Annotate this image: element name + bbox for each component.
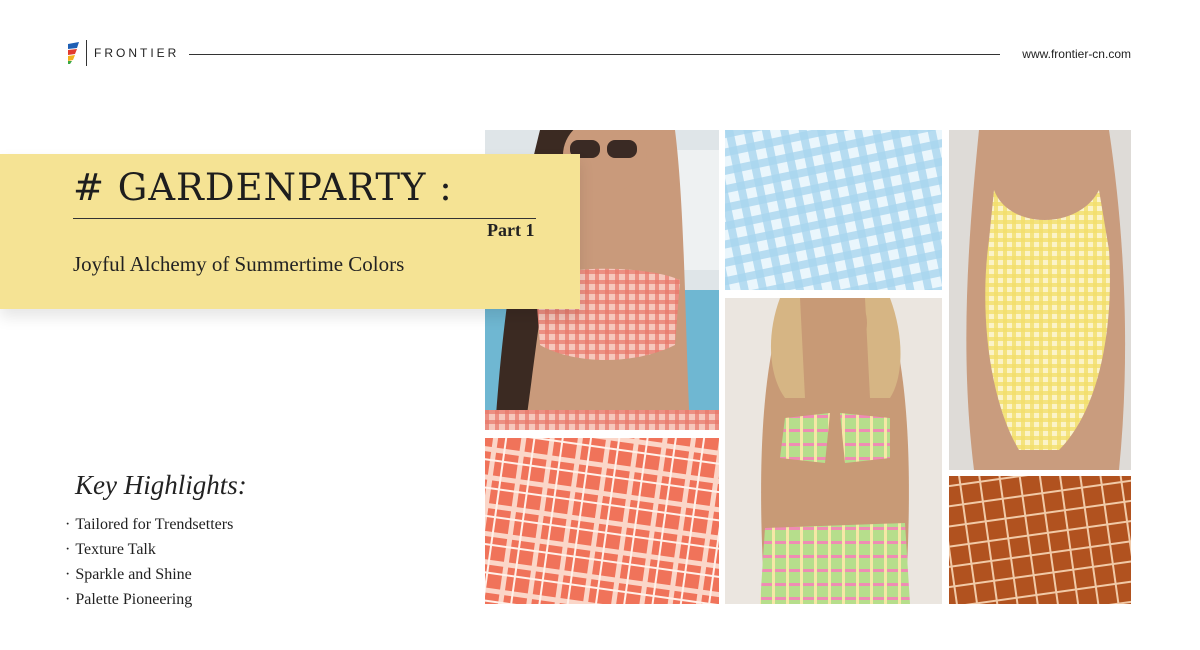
photo-lime-bikini [725, 298, 942, 604]
part-label: Part 1 [487, 220, 535, 240]
swatch-coral-plaid [485, 438, 719, 604]
page-title: # GARDENPARTY : [73, 166, 453, 209]
list-item: · Palette Pioneering [65, 587, 233, 612]
bullet: · [65, 516, 71, 533]
list-item: · Texture Talk [65, 537, 233, 562]
list-item-label: Sparkle and Shine [75, 566, 192, 583]
swatch-sky-gingham [725, 130, 942, 290]
bullet: · [65, 591, 71, 608]
bullet: · [65, 541, 71, 558]
list-item-label: Tailored for Trendsetters [75, 516, 234, 533]
brand-name: FRONTIER [94, 46, 180, 60]
list-item-label: Palette Pioneering [75, 591, 193, 608]
page-header: FRONTIER www.frontier-cn.com [0, 0, 1200, 110]
list-item: · Sparkle and Shine [65, 562, 233, 587]
frontier-logo-icon [68, 42, 79, 64]
logo-divider [86, 40, 87, 66]
list-item-label: Texture Talk [75, 541, 156, 558]
header-rule [189, 54, 1000, 55]
bullet: · [65, 566, 71, 583]
photo-yellow-swimsuit [949, 130, 1131, 470]
list-item: · Tailored for Trendsetters [65, 512, 233, 537]
page-subtitle: Joyful Alchemy of Summertime Colors [73, 252, 405, 276]
highlights-list: · Tailored for Trendsetters · Texture Talk… [65, 512, 233, 612]
swatch-rust-check [949, 476, 1131, 604]
website-url[interactable]: www.frontier-cn.com [1022, 47, 1131, 61]
title-rule [73, 218, 536, 219]
highlights-heading: Key Highlights: [75, 470, 247, 500]
title-panel: # GARDENPARTY : Part 1 Joyful Alchemy of… [0, 154, 580, 309]
